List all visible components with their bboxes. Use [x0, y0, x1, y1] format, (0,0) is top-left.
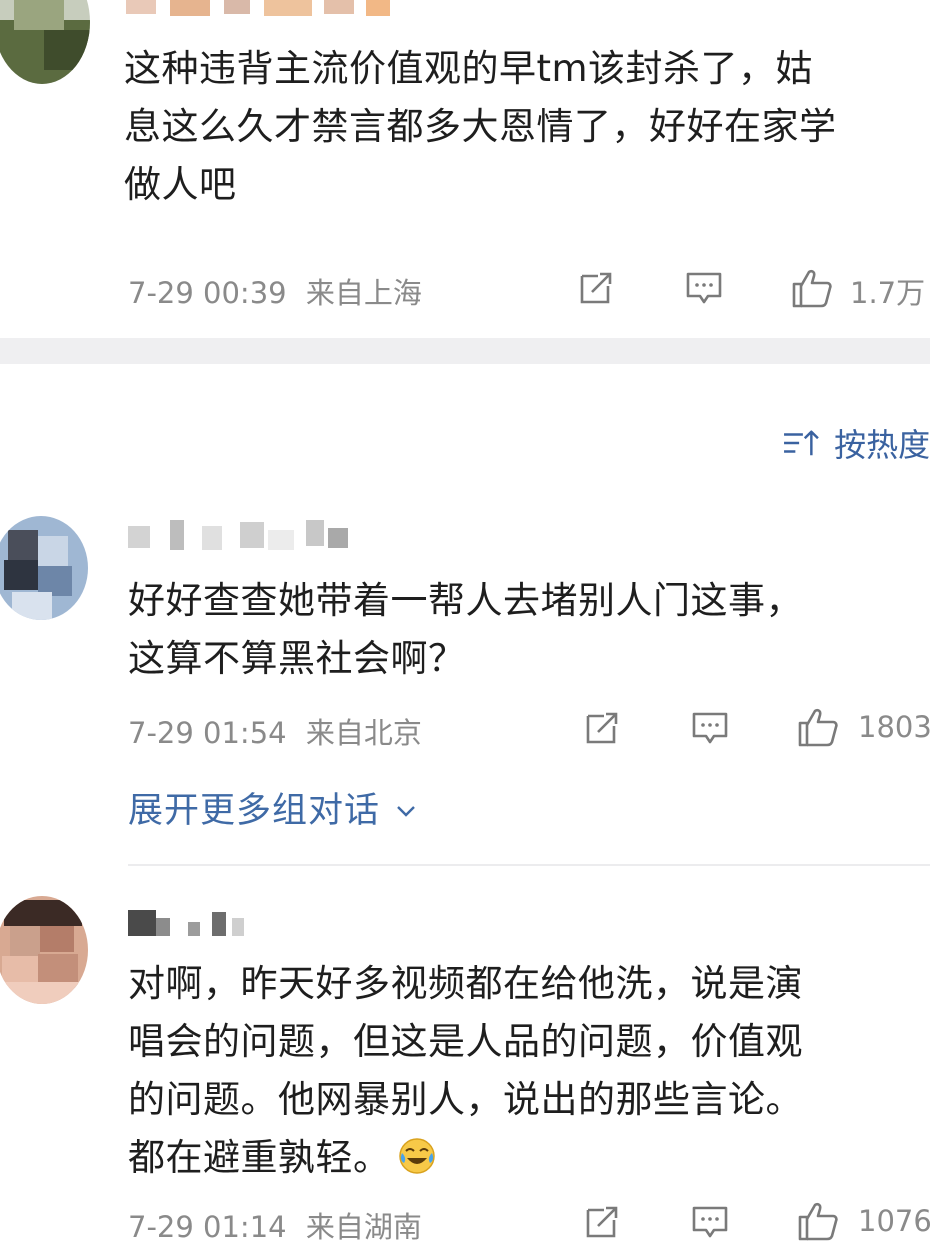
comment-text: 对啊，昨天好多视频都在给他洗，说是演 唱会的问题，但这是人品的问题，价值观 的问…	[128, 955, 918, 1187]
comment-icon[interactable]	[690, 1202, 730, 1242]
comment-meta: 7-29 01:54 来自北京	[128, 710, 422, 752]
expand-label: 展开更多组对话	[128, 791, 381, 831]
chevron-down-icon	[394, 792, 418, 832]
comment-text: 好好查查她带着一帮人去堵别人门这事， 这算不算黑社会啊？	[128, 579, 803, 680]
comment-icon[interactable]	[690, 708, 730, 748]
thumbs-up-icon[interactable]	[796, 1199, 840, 1243]
comment-meta: 7-29 01:14 来自湖南	[128, 1204, 422, 1246]
comment-location: 来自北京	[305, 716, 422, 750]
comment-divider	[128, 864, 930, 866]
comment-meta: 7-29 00:39 来自上海	[128, 270, 422, 312]
comment-time: 7-29 00:39	[128, 276, 287, 310]
thumbs-up-icon[interactable]	[790, 266, 834, 310]
like-count: 1076	[858, 1204, 930, 1238]
comment-location: 来自湖南	[305, 1210, 422, 1244]
username-blurred[interactable]	[128, 520, 368, 550]
comment-text-content: 对啊，昨天好多视频都在给他洗，说是演 唱会的问题，但这是人品的问题，价值观 的问…	[128, 962, 803, 1179]
sort-by-hot-button[interactable]: 按热度	[782, 420, 930, 467]
share-icon[interactable]	[576, 268, 616, 308]
comment-text: 这种违背主流价值观的早tm该封杀了，姑 息这么久才禁言都多大恩情了，好好在家学 …	[124, 47, 837, 206]
avatar[interactable]	[0, 896, 88, 1004]
avatar[interactable]	[0, 516, 88, 620]
section-separator	[0, 338, 930, 364]
share-icon[interactable]	[582, 1202, 622, 1242]
thumbs-up-icon[interactable]	[796, 705, 840, 749]
share-icon[interactable]	[582, 708, 622, 748]
laughing-crying-emoji-icon	[397, 1135, 437, 1175]
comment-time: 7-29 01:14	[128, 1210, 287, 1244]
comment-location: 来自上海	[305, 276, 422, 310]
comment-icon[interactable]	[684, 268, 724, 308]
username-blurred[interactable]	[128, 910, 248, 936]
like-count: 1803	[858, 710, 930, 744]
expand-more-conversations-link[interactable]: 展开更多组对话	[128, 782, 418, 833]
avatar[interactable]	[0, 0, 90, 84]
sort-label: 按热度	[834, 426, 930, 464]
username-blurred[interactable]	[126, 0, 390, 16]
comment-time: 7-29 01:54	[128, 716, 287, 750]
like-count: 1.7万	[850, 276, 926, 310]
sort-icon	[782, 427, 820, 467]
